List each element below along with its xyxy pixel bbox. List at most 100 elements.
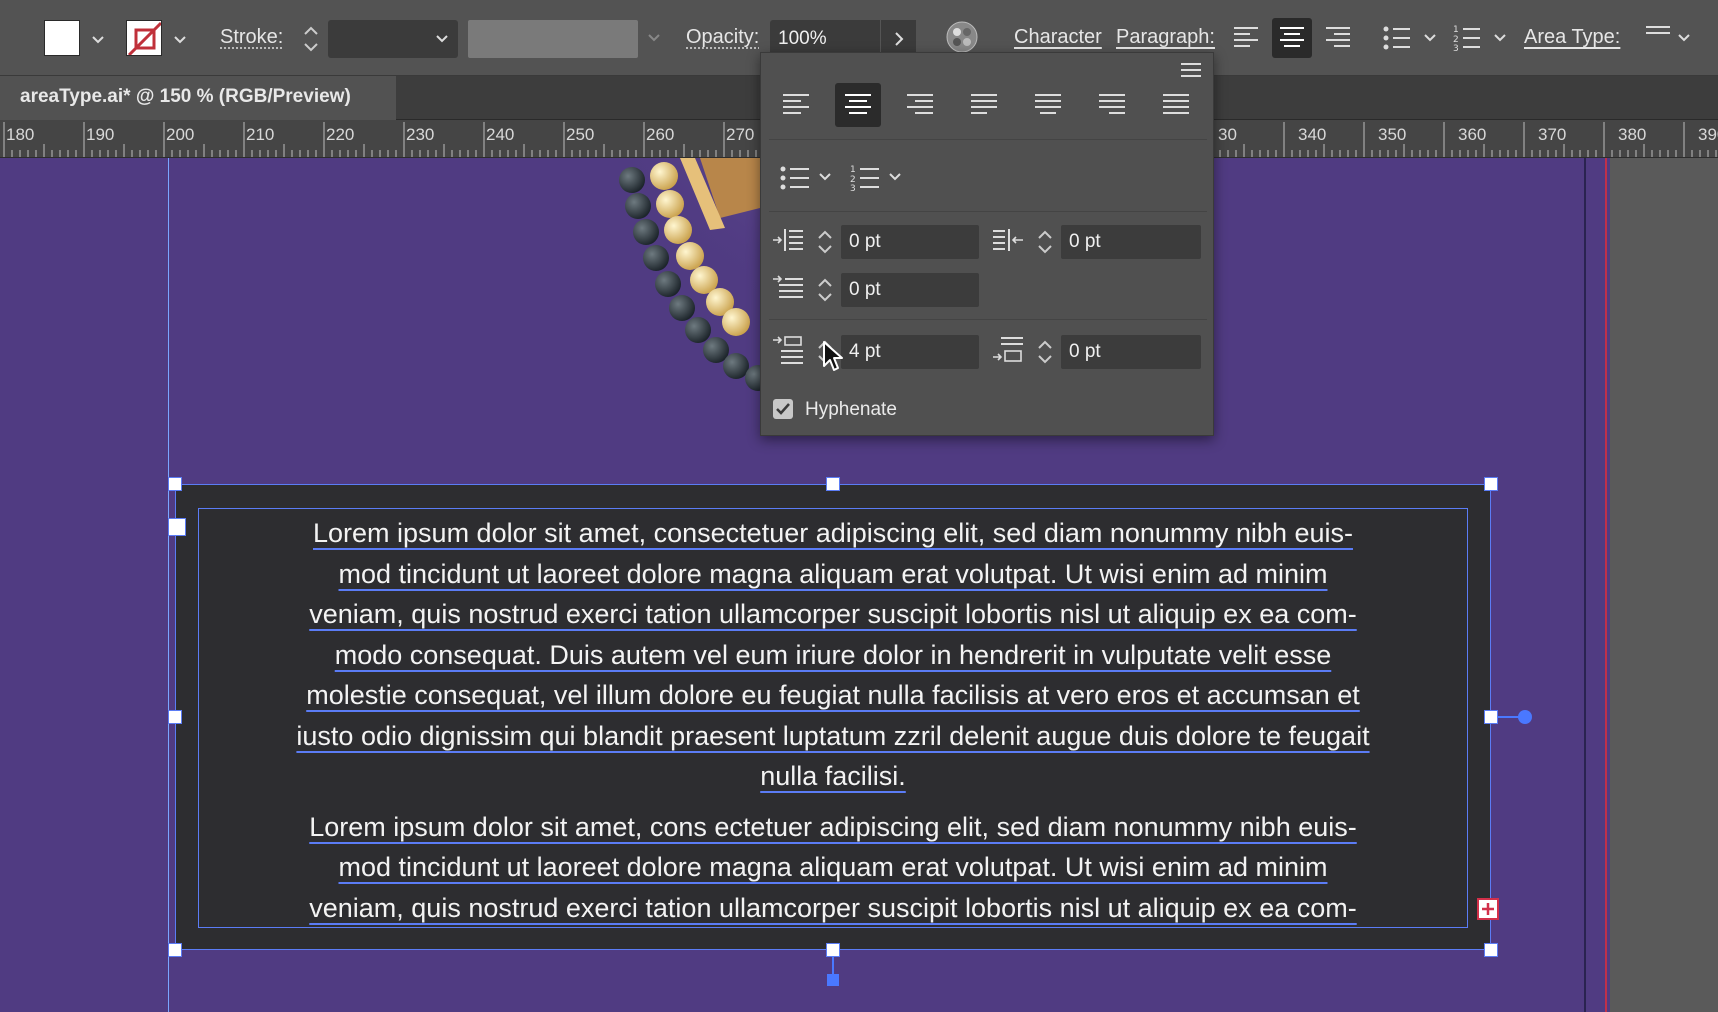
dark-pearl bbox=[655, 271, 681, 297]
space-after-stepper[interactable] bbox=[1033, 335, 1057, 369]
stroke-swatch[interactable] bbox=[126, 20, 162, 56]
align-center-icon bbox=[845, 94, 871, 114]
ruler-label: 200 bbox=[166, 125, 194, 144]
recolor-artwork-icon[interactable] bbox=[945, 20, 979, 54]
rotation-connector bbox=[1498, 716, 1520, 718]
handle-bottom-center[interactable] bbox=[826, 943, 840, 957]
justify-last-right-button[interactable] bbox=[1089, 83, 1135, 127]
ruler-label: 180 bbox=[6, 125, 34, 144]
numbered-list-icon[interactable]: 123 bbox=[849, 163, 883, 193]
handle-top-left[interactable] bbox=[168, 477, 182, 491]
first-line-indent-stepper[interactable] bbox=[813, 273, 837, 307]
numbering-chevron-down-icon[interactable] bbox=[887, 169, 903, 185]
handle-middle-right[interactable] bbox=[1484, 710, 1498, 724]
fill-swatch[interactable] bbox=[44, 20, 80, 56]
space-after-icon bbox=[993, 337, 1023, 362]
panel-align-center-button[interactable] bbox=[835, 83, 881, 127]
paragraph-panel-link[interactable]: Paragraph: bbox=[1116, 26, 1215, 49]
area-type-frame[interactable]: Lorem ipsum dolor sit amet, consectetuer… bbox=[198, 508, 1468, 928]
area-type-options-icon[interactable] bbox=[1644, 24, 1672, 44]
bullets-chevron-down-icon[interactable] bbox=[817, 169, 833, 185]
panel-align-left-button[interactable] bbox=[773, 83, 819, 127]
overset-text-port[interactable] bbox=[1477, 898, 1499, 920]
ruler-label: 270 bbox=[726, 125, 754, 144]
fill-chevron-down-icon[interactable] bbox=[90, 32, 106, 48]
dark-pearl bbox=[685, 317, 711, 343]
ruler-label: 370 bbox=[1538, 125, 1566, 144]
document-tab[interactable]: areaType.ai* @ 150 % (RGB/Preview) bbox=[0, 76, 396, 120]
paragraph-1[interactable]: Lorem ipsum dolor sit amet, consectetuer… bbox=[199, 513, 1467, 797]
justify-last-left-button[interactable] bbox=[961, 83, 1007, 127]
handle-bottom-left[interactable] bbox=[168, 943, 182, 957]
dark-pearl bbox=[723, 353, 749, 379]
pasteboard bbox=[1610, 158, 1718, 1012]
area-type-chevron-down-icon[interactable] bbox=[1676, 30, 1692, 46]
handle-middle-left[interactable] bbox=[168, 710, 182, 724]
ruler-label: 190 bbox=[86, 125, 114, 144]
variable-width-profile[interactable] bbox=[468, 20, 638, 58]
align-right-icon bbox=[1326, 27, 1350, 47]
justify-all-icon bbox=[1163, 94, 1189, 114]
ruler-label: 210 bbox=[246, 125, 274, 144]
character-panel-link[interactable]: Character bbox=[1014, 26, 1102, 49]
first-line-indent-input[interactable]: 0 pt bbox=[841, 273, 979, 307]
ruler-label: 360 bbox=[1458, 125, 1486, 144]
ruler-label: 390 bbox=[1698, 125, 1718, 144]
area-type-link[interactable]: Area Type: bbox=[1524, 26, 1620, 49]
svg-text:1: 1 bbox=[850, 165, 856, 175]
align-right-button[interactable] bbox=[1318, 18, 1358, 58]
panel-menu-icon[interactable] bbox=[1179, 61, 1203, 79]
bullets-icon[interactable] bbox=[1382, 24, 1412, 52]
align-center-icon bbox=[1280, 27, 1304, 47]
vertical-guide bbox=[168, 158, 169, 1012]
dark-pearl bbox=[633, 219, 659, 245]
dark-pearl bbox=[669, 295, 695, 321]
text-line: veniam, quis nostrud exerci tation ullam… bbox=[309, 892, 1357, 923]
in-port[interactable] bbox=[168, 518, 186, 536]
paragraph-2[interactable]: Lorem ipsum dolor sit amet, cons ectetue… bbox=[199, 807, 1467, 928]
checkmark-icon bbox=[776, 403, 790, 415]
right-indent-icon bbox=[993, 229, 1023, 251]
bottom-widget[interactable] bbox=[827, 974, 839, 986]
hyphenate-label[interactable]: Hyphenate bbox=[805, 399, 897, 421]
stroke-weight-stepper[interactable] bbox=[300, 20, 322, 58]
text-line: mod tincidunt ut laoreet dolore magna al… bbox=[338, 558, 1328, 589]
light-pearl bbox=[656, 190, 684, 218]
justify-all-button[interactable] bbox=[1153, 83, 1199, 127]
panel-divider bbox=[769, 211, 1207, 212]
area-type-widget[interactable] bbox=[1518, 710, 1532, 724]
justify-last-right-icon bbox=[1099, 94, 1125, 114]
mouse-pointer-icon bbox=[823, 341, 843, 371]
ruler-label: 220 bbox=[326, 125, 354, 144]
align-left-button[interactable] bbox=[1226, 18, 1266, 58]
space-after-input[interactable]: 0 pt bbox=[1061, 335, 1201, 369]
stroke-weight-dropdown[interactable] bbox=[328, 20, 458, 58]
space-before-input[interactable]: 4 pt bbox=[841, 335, 979, 369]
align-center-button[interactable] bbox=[1272, 18, 1312, 58]
numbering-chevron-down-icon[interactable] bbox=[1492, 30, 1508, 46]
left-indent-stepper[interactable] bbox=[813, 225, 837, 259]
right-indent-input[interactable]: 0 pt bbox=[1061, 225, 1201, 259]
bullets-chevron-down-icon[interactable] bbox=[1422, 30, 1438, 46]
hyphenate-checkbox[interactable] bbox=[773, 399, 793, 419]
panel-divider bbox=[769, 139, 1207, 140]
handle-top-center[interactable] bbox=[826, 477, 840, 491]
text-line: veniam, quis nostrud exerci tation ullam… bbox=[309, 599, 1357, 629]
stroke-label[interactable]: Stroke: bbox=[220, 26, 283, 49]
ruler-label: 260 bbox=[646, 125, 674, 144]
profile-chevron-down-icon[interactable] bbox=[646, 30, 662, 46]
handle-top-right[interactable] bbox=[1484, 477, 1498, 491]
stroke-chevron-down-icon[interactable] bbox=[172, 32, 188, 48]
no-stroke-icon bbox=[127, 21, 161, 55]
numbered-list-icon[interactable]: 123 bbox=[1452, 24, 1482, 52]
left-indent-input[interactable]: 0 pt bbox=[841, 225, 979, 259]
opacity-label[interactable]: Opacity: bbox=[686, 26, 759, 49]
panel-align-right-button[interactable] bbox=[897, 83, 943, 127]
chevron-down-icon bbox=[436, 35, 448, 43]
handle-bottom-right[interactable] bbox=[1484, 943, 1498, 957]
ruler-label: 340 bbox=[1298, 125, 1326, 144]
justify-last-center-button[interactable] bbox=[1025, 83, 1071, 127]
bullets-icon[interactable] bbox=[779, 163, 813, 193]
text-line: mod tincidunt ut laoreet dolore magna al… bbox=[338, 852, 1328, 882]
right-indent-stepper[interactable] bbox=[1033, 225, 1057, 259]
